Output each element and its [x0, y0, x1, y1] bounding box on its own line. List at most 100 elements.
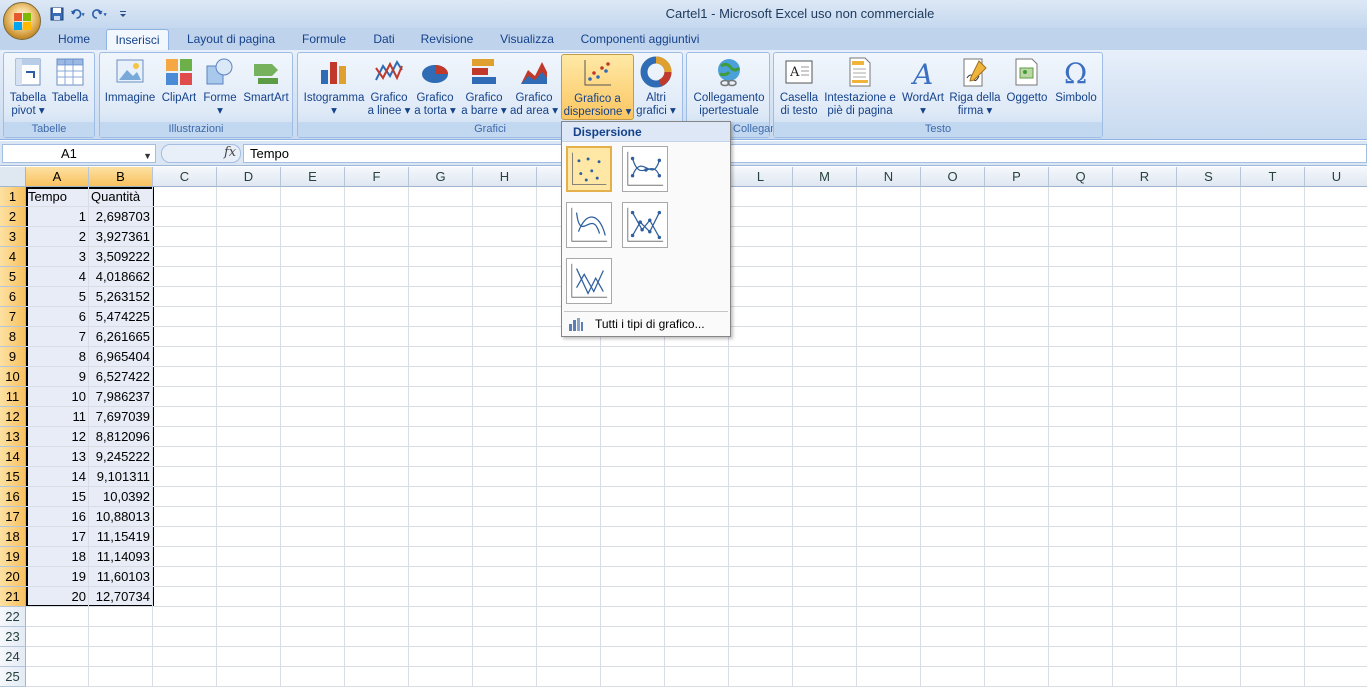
- cell-a1[interactable]: Tempo: [26, 187, 89, 207]
- insert-function-icon[interactable]: fx: [224, 145, 236, 160]
- row-header-14[interactable]: 14: [0, 447, 26, 467]
- column-header-s[interactable]: S: [1177, 167, 1241, 187]
- row-header-2[interactable]: 2: [0, 207, 26, 227]
- row-header-4[interactable]: 4: [0, 247, 26, 267]
- cell-a7[interactable]: 6: [26, 307, 89, 327]
- column-header-m[interactable]: M: [793, 167, 857, 187]
- row-header-9[interactable]: 9: [0, 347, 26, 367]
- row-header-6[interactable]: 6: [0, 287, 26, 307]
- row-header-5[interactable]: 5: [0, 267, 26, 287]
- grafico-torta-button[interactable]: Grafico a torta ▾: [411, 56, 459, 118]
- tabella-button[interactable]: Tabella: [50, 56, 90, 105]
- cell-b8[interactable]: 6,261665: [89, 327, 153, 347]
- row-header-19[interactable]: 19: [0, 547, 26, 567]
- cell-a8[interactable]: 7: [26, 327, 89, 347]
- immagine-button[interactable]: Immagine: [102, 56, 158, 105]
- smartart-button[interactable]: SmartArt: [240, 56, 292, 105]
- intestazione-button[interactable]: Intestazione e piè di pagina: [822, 56, 898, 118]
- row-header-20[interactable]: 20: [0, 567, 26, 587]
- row-header-15[interactable]: 15: [0, 467, 26, 487]
- column-header-u[interactable]: U: [1305, 167, 1367, 187]
- tabella-pivot-button[interactable]: Tabella pivot ▾: [6, 56, 50, 118]
- column-header-a[interactable]: A: [26, 167, 89, 187]
- row-header-21[interactable]: 21: [0, 587, 26, 607]
- clipart-button[interactable]: ClipArt: [158, 56, 200, 105]
- grafico-barre-button[interactable]: Grafico a barre ▾: [459, 56, 509, 118]
- cell-b15[interactable]: 9,101311: [89, 467, 153, 487]
- cell-a11[interactable]: 10: [26, 387, 89, 407]
- grafico-dispersione-button[interactable]: Grafico a dispersione ▾: [561, 54, 634, 120]
- simbolo-button[interactable]: Ω Simbolo: [1052, 56, 1100, 105]
- select-all-corner[interactable]: [0, 167, 26, 187]
- cell-a14[interactable]: 13: [26, 447, 89, 467]
- column-header-n[interactable]: N: [857, 167, 921, 187]
- grafico-area-button[interactable]: Grafico ad area ▾: [509, 56, 559, 118]
- column-header-t[interactable]: T: [1241, 167, 1305, 187]
- riga-firma-button[interactable]: Riga della firma ▾: [948, 56, 1002, 118]
- row-header-25[interactable]: 25: [0, 667, 26, 687]
- formula-input[interactable]: Tempo: [243, 144, 1367, 163]
- forme-button[interactable]: Forme ▾: [200, 56, 240, 118]
- column-header-q[interactable]: Q: [1049, 167, 1113, 187]
- cell-b13[interactable]: 8,812096: [89, 427, 153, 447]
- cell-b6[interactable]: 5,263152: [89, 287, 153, 307]
- cell-a19[interactable]: 18: [26, 547, 89, 567]
- chevron-down-icon[interactable]: ▼: [143, 148, 152, 165]
- collegamento-button[interactable]: Collegamento ipertestuale: [689, 56, 769, 118]
- row-header-11[interactable]: 11: [0, 387, 26, 407]
- column-header-o[interactable]: O: [921, 167, 985, 187]
- cell-a15[interactable]: 14: [26, 467, 89, 487]
- cell-b10[interactable]: 6,527422: [89, 367, 153, 387]
- scatter-markers-only-option[interactable]: [566, 146, 612, 192]
- cell-b2[interactable]: 2,698703: [89, 207, 153, 227]
- cell-a10[interactable]: 9: [26, 367, 89, 387]
- tab-home[interactable]: Home: [50, 29, 98, 50]
- row-header-7[interactable]: 7: [0, 307, 26, 327]
- cell-a17[interactable]: 16: [26, 507, 89, 527]
- name-box[interactable]: A1 ▼: [2, 144, 156, 163]
- column-header-e[interactable]: E: [281, 167, 345, 187]
- column-header-b[interactable]: B: [89, 167, 153, 187]
- row-header-22[interactable]: 22: [0, 607, 26, 627]
- row-header-24[interactable]: 24: [0, 647, 26, 667]
- column-header-p[interactable]: P: [985, 167, 1049, 187]
- column-header-r[interactable]: R: [1113, 167, 1177, 187]
- tab-formule[interactable]: Formule: [294, 29, 354, 50]
- tab-revisione[interactable]: Revisione: [414, 29, 480, 50]
- scatter-smooth-lines-option[interactable]: [566, 202, 612, 248]
- oggetto-button[interactable]: Oggetto: [1002, 56, 1052, 105]
- row-header-8[interactable]: 8: [0, 327, 26, 347]
- column-header-l[interactable]: L: [729, 167, 793, 187]
- altri-grafici-button[interactable]: Altri grafici ▾: [634, 56, 678, 118]
- row-header-10[interactable]: 10: [0, 367, 26, 387]
- cell-a20[interactable]: 19: [26, 567, 89, 587]
- tab-dati[interactable]: Dati: [364, 29, 404, 50]
- column-header-g[interactable]: G: [409, 167, 473, 187]
- cell-a4[interactable]: 3: [26, 247, 89, 267]
- cell-b12[interactable]: 7,697039: [89, 407, 153, 427]
- column-header-c[interactable]: C: [153, 167, 217, 187]
- row-header-17[interactable]: 17: [0, 507, 26, 527]
- cell-a12[interactable]: 11: [26, 407, 89, 427]
- cell-a2[interactable]: 1: [26, 207, 89, 227]
- cell-b17[interactable]: 10,88013: [89, 507, 153, 527]
- tab-layout-di-pagina[interactable]: Layout di pagina: [179, 29, 283, 50]
- row-header-3[interactable]: 3: [0, 227, 26, 247]
- cell-a5[interactable]: 4: [26, 267, 89, 287]
- cell-a21[interactable]: 20: [26, 587, 89, 607]
- row-header-12[interactable]: 12: [0, 407, 26, 427]
- cell-b20[interactable]: 11,60103: [89, 567, 153, 587]
- row-header-23[interactable]: 23: [0, 627, 26, 647]
- cell-a9[interactable]: 8: [26, 347, 89, 367]
- cell-b9[interactable]: 6,965404: [89, 347, 153, 367]
- cell-b11[interactable]: 7,986237: [89, 387, 153, 407]
- column-header-h[interactable]: H: [473, 167, 537, 187]
- cell-a3[interactable]: 2: [26, 227, 89, 247]
- cell-a6[interactable]: 5: [26, 287, 89, 307]
- scatter-straight-lines-option[interactable]: [566, 258, 612, 304]
- scatter-straight-markers-option[interactable]: [622, 202, 668, 248]
- cell-b7[interactable]: 5,474225: [89, 307, 153, 327]
- casella-testo-button[interactable]: A Casella di testo: [776, 56, 822, 118]
- grafico-linee-button[interactable]: Grafico a linee ▾: [367, 56, 411, 118]
- column-header-d[interactable]: D: [217, 167, 281, 187]
